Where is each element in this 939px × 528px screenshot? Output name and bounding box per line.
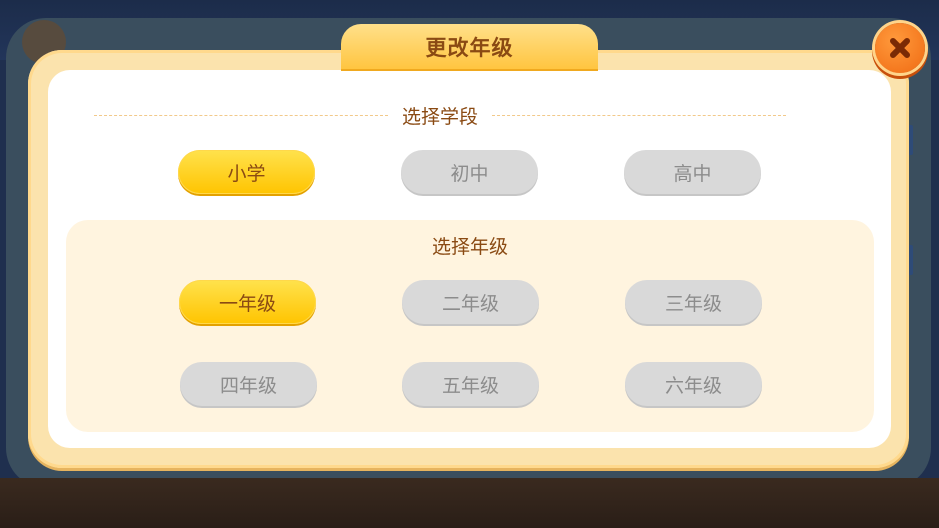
grade-section-title: 选择年级 bbox=[431, 235, 508, 258]
grade-section-header: 选择年级 bbox=[66, 230, 874, 260]
grade-option-label: 三年级 bbox=[664, 292, 722, 315]
grade-option-5[interactable]: 五年级 bbox=[402, 362, 539, 406]
grade-option-6[interactable]: 六年级 bbox=[625, 362, 762, 406]
close-button[interactable] bbox=[875, 23, 925, 73]
dialog-title-tab: 更改年级 bbox=[341, 24, 598, 69]
stage-option-label: 初中 bbox=[450, 162, 489, 185]
stage-option-primary[interactable]: 小学 bbox=[178, 150, 315, 194]
stage-section-title: 选择学段 bbox=[402, 105, 479, 128]
grade-option-3[interactable]: 三年级 bbox=[625, 280, 762, 324]
stage-option-label: 高中 bbox=[673, 162, 712, 185]
grade-option-label: 六年级 bbox=[664, 374, 722, 397]
stage-section-header: 选择学段 bbox=[80, 100, 800, 130]
close-icon bbox=[890, 38, 910, 58]
divider bbox=[492, 114, 787, 116]
stage-option-senior[interactable]: 高中 bbox=[624, 150, 761, 194]
stage-option-junior[interactable]: 初中 bbox=[401, 150, 538, 194]
grade-option-label: 二年级 bbox=[441, 292, 499, 315]
grade-option-2[interactable]: 二年级 bbox=[402, 280, 539, 324]
grade-option-label: 四年级 bbox=[219, 374, 277, 397]
divider bbox=[94, 114, 388, 116]
grade-option-label: 五年级 bbox=[441, 374, 499, 397]
grade-option-4[interactable]: 四年级 bbox=[180, 362, 317, 406]
grade-option-1[interactable]: 一年级 bbox=[179, 280, 316, 324]
stage-option-label: 小学 bbox=[227, 162, 266, 185]
background-floor bbox=[0, 478, 939, 528]
dialog-title: 更改年级 bbox=[425, 35, 514, 60]
grade-option-label: 一年级 bbox=[218, 292, 276, 315]
